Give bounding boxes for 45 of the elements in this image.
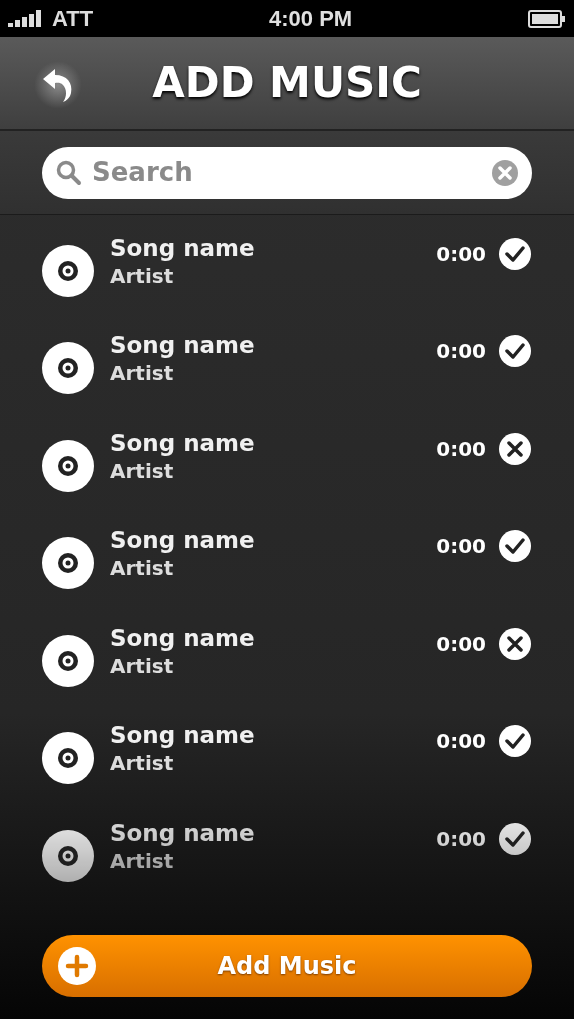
song-duration: 0:00 [436,533,486,561]
disc-icon [42,342,94,395]
artist-name: Artist [110,750,174,777]
check-icon[interactable] [498,724,532,759]
song-duration: 0:00 [436,435,486,463]
artist-name: Artist [110,360,174,387]
song-duration: 0:00 [436,825,486,853]
disc-icon [42,439,94,492]
disc-icon [42,244,94,297]
check-icon[interactable] [498,821,532,856]
add-music-button[interactable]: Add Music [42,935,532,997]
disc-icon [42,537,94,590]
song-title: Song name [110,819,255,848]
disc-icon [42,732,94,785]
clock-time: 4:00 PM [269,5,353,33]
song-duration: 0:00 [436,338,486,366]
clear-icon[interactable] [492,159,518,186]
disc-icon [42,829,94,882]
artist-name: Artist [110,652,174,679]
song-duration: 0:00 [436,728,486,756]
artist-name: Artist [110,457,174,484]
artist-name: Artist [110,847,174,874]
song-title: Song name [110,234,255,263]
signal-icon [8,10,44,27]
check-icon[interactable] [498,236,532,271]
cross-icon[interactable] [498,626,532,661]
battery-icon [528,9,566,28]
search-icon [56,159,82,186]
song-title: Song name [110,429,255,458]
disc-icon [42,634,94,687]
artist-name: Artist [110,262,174,289]
search-bar[interactable]: Search [42,146,532,199]
song-title: Song name [110,624,255,653]
plus-icon [58,947,96,985]
artist-name: Artist [110,555,174,582]
song-title: Song name [110,722,255,751]
song-duration: 0:00 [436,630,486,658]
check-icon[interactable] [498,529,532,564]
carrier-name: ATT [52,5,94,33]
screen-title: ADD MUSIC [152,57,422,109]
song-title: Song name [110,527,255,556]
cross-icon[interactable] [498,431,532,466]
song-title: Song name [110,332,255,361]
song-duration: 0:00 [436,240,486,268]
check-icon[interactable] [498,334,532,369]
